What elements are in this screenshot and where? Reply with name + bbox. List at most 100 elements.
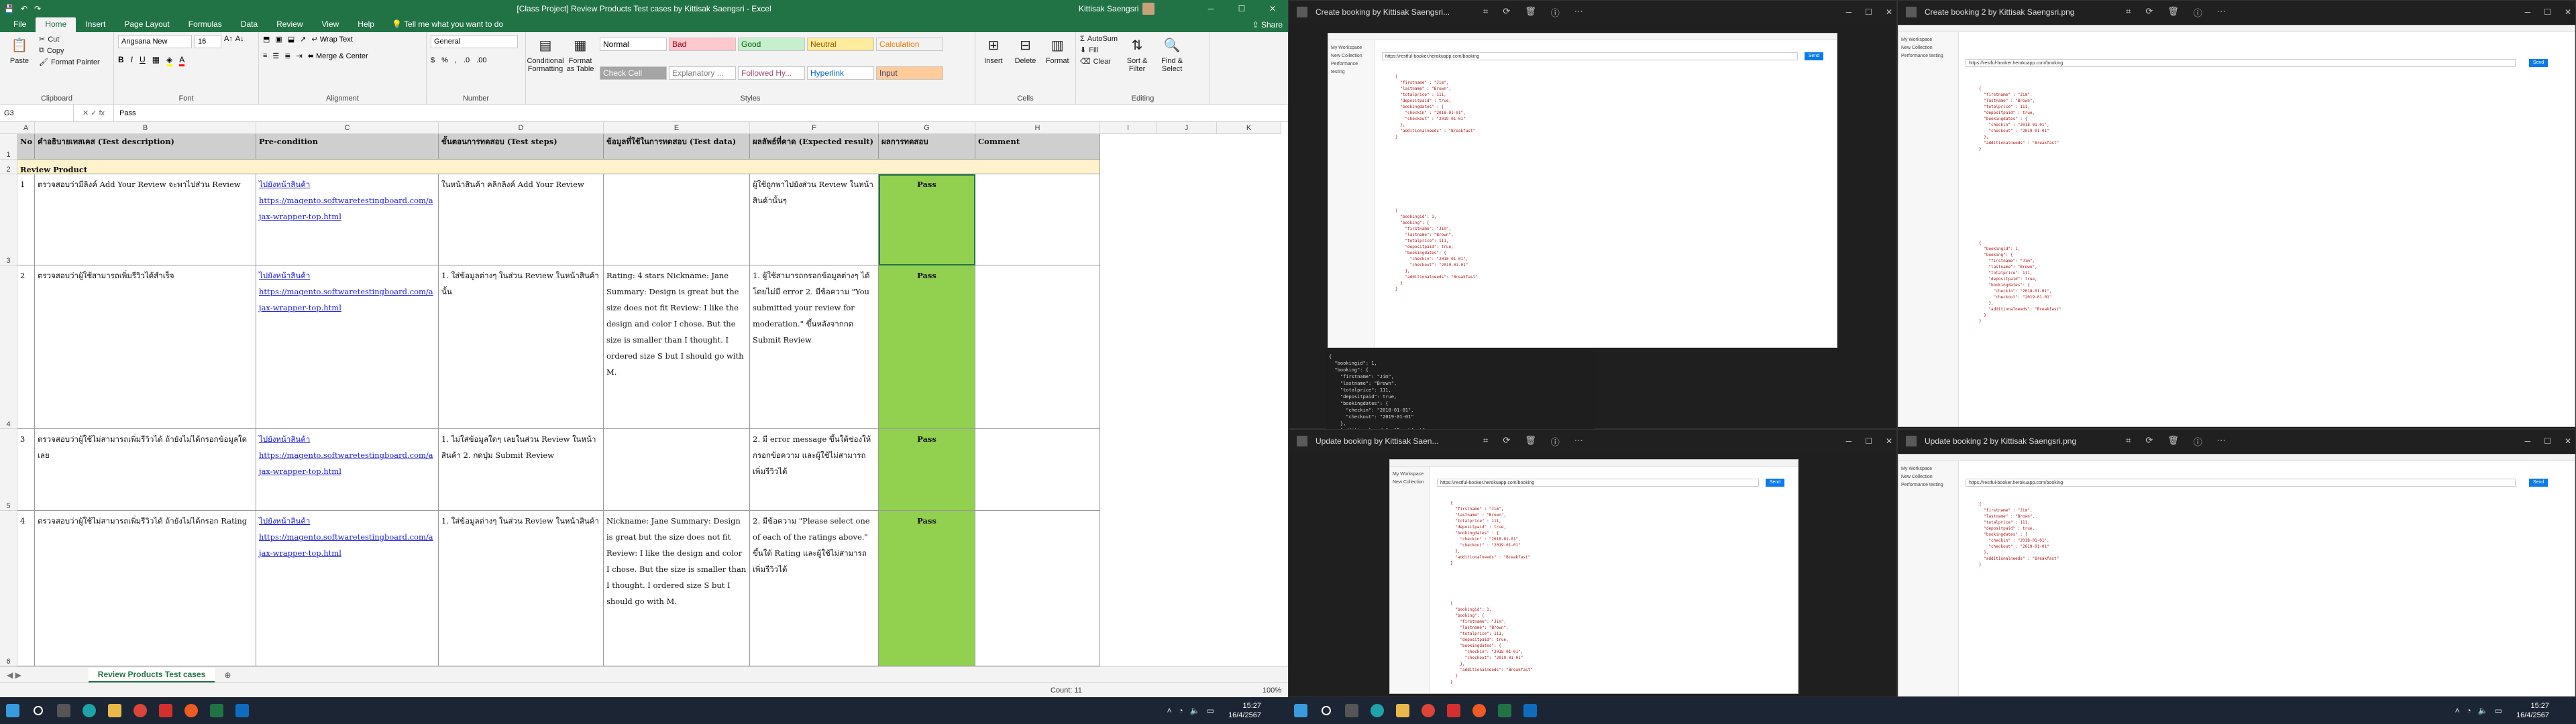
minimize-button[interactable]: ─ <box>1195 4 1226 13</box>
spreadsheet-grid[interactable]: ABCDEFGHIJK 1 2 3 4 5 6 No คำอธิบายเทสเคส (Test… <box>0 122 1281 666</box>
battery-icon[interactable]: ▭ <box>2495 706 2502 715</box>
format-as-table-button[interactable]: ▦ Format as Table <box>565 35 596 93</box>
grow-font-icon[interactable]: A↑ <box>224 35 233 48</box>
task-view-icon[interactable] <box>1339 701 1364 721</box>
test-result-cell[interactable]: Pass <box>879 265 975 429</box>
comment-cell[interactable] <box>975 265 1100 429</box>
info-icon[interactable]: ⓘ <box>1551 6 1560 19</box>
test-data-cell[interactable] <box>604 174 750 265</box>
align-center-icon[interactable]: ☰ <box>272 52 279 60</box>
font-family-combo[interactable]: Angsana New <box>118 35 192 48</box>
precondition-url[interactable]: https://magento.softwaretestingboard.com… <box>259 529 435 561</box>
trash-icon[interactable]: 🗑 <box>2167 435 2179 448</box>
cell-style-2[interactable]: Good <box>738 38 805 51</box>
rotate-icon[interactable]: ⟳ <box>2145 435 2153 448</box>
test-no-cell[interactable]: 1 <box>17 174 35 265</box>
cell-style-8[interactable]: Hyperlink <box>807 66 874 80</box>
search-icon[interactable] <box>1313 701 1339 721</box>
minimize-button[interactable]: ─ <box>2525 436 2531 446</box>
format-button[interactable]: ▥ Format <box>1043 35 1071 93</box>
sort-filter-button[interactable]: ⇅ Sort & Filter <box>1122 35 1152 93</box>
test-description-cell[interactable]: ตรวจสอบว่าผู้ใช้สามารถเพิ่มรีวิวได้สำเร็… <box>35 265 256 429</box>
system-tray[interactable]: ˄ ◔ 🔈 ▭ <box>2455 706 2502 715</box>
orientation-icon[interactable]: ↗ <box>300 35 306 44</box>
precondition-link-label[interactable]: ไปยังหน้าสินค้า <box>259 513 435 529</box>
precondition-cell[interactable]: ไปยังหน้าสินค้า https://magento.softwaret… <box>256 511 439 666</box>
name-box[interactable]: G3 <box>0 105 74 121</box>
file-explorer-icon[interactable] <box>1390 701 1415 721</box>
increase-decimal-icon[interactable]: .0 <box>464 56 470 64</box>
insert-button[interactable]: ⊞ Insert <box>979 35 1008 93</box>
align-middle-icon[interactable]: ▣ <box>275 35 282 44</box>
table-header-cell[interactable]: คำอธิบายเทสเคส (Test description) <box>35 134 256 160</box>
rotate-icon[interactable]: ⟳ <box>1503 435 1510 448</box>
wrap-text-button[interactable]: ↵ Wrap Text <box>311 35 352 44</box>
align-bottom-icon[interactable]: ⬓ <box>288 35 294 44</box>
speaker-icon[interactable]: 🔈 <box>2478 706 2488 715</box>
share-button[interactable]: ⇪ Share <box>1252 20 1283 29</box>
table-header-cell[interactable]: ผลลัพธ์ที่คาด (Expected result) <box>750 134 879 160</box>
windows-start-icon[interactable] <box>0 701 25 721</box>
edge-icon[interactable] <box>1364 701 1390 721</box>
save-icon[interactable]: 💾 <box>4 4 14 13</box>
test-result-cell[interactable]: Pass <box>879 511 975 666</box>
tab-insert[interactable]: Insert <box>76 17 115 32</box>
cell-style-0[interactable]: Normal <box>600 38 667 51</box>
trash-icon[interactable]: 🗑 <box>1525 435 1536 448</box>
column-header-F[interactable]: F <box>750 122 879 134</box>
clock[interactable]: 15:27 16/4/2567 <box>2516 701 2549 720</box>
bold-icon[interactable]: B <box>118 55 124 66</box>
test-result-cell[interactable]: Pass <box>879 174 975 265</box>
expected-result-cell[interactable]: 2. มีข้อความ "Please select one of each … <box>750 511 879 666</box>
precondition-url[interactable]: https://magento.softwaretestingboard.com… <box>259 192 435 225</box>
indent-icon[interactable]: ⇥ <box>297 52 303 60</box>
fill-color-icon[interactable]: ◈ <box>166 55 173 66</box>
clear-button[interactable]: ⌫ Clear <box>1080 57 1118 66</box>
column-header-H[interactable]: H <box>975 122 1100 134</box>
edge-icon[interactable] <box>76 701 102 721</box>
search-icon[interactable] <box>25 701 51 721</box>
tab-view[interactable]: View <box>313 17 349 32</box>
delete-button[interactable]: ⊟ Delete <box>1012 35 1040 93</box>
maximize-button[interactable]: ☐ <box>1865 7 1872 17</box>
format-painter-button[interactable]: 🖌 Format Painter <box>39 58 100 67</box>
table-header-cell[interactable]: Comment <box>975 134 1100 160</box>
align-right-icon[interactable]: ≣ <box>284 52 290 60</box>
snip-window-4[interactable]: Update booking 2 by Kittisak Saengsri.pn… <box>1897 429 2576 697</box>
crop-icon[interactable]: ⌗ <box>2126 435 2131 448</box>
cell-style-5[interactable]: Check Cell <box>600 66 667 80</box>
table-header-cell[interactable]: ผลการทดสอบ <box>879 134 975 160</box>
comma-icon[interactable]: , <box>455 56 457 64</box>
file-explorer-icon[interactable] <box>102 701 127 721</box>
test-description-cell[interactable]: ตรวจสอบว่าผู้ใช้ไม่สามารถเพิ่มรีวิวได้ ถ… <box>35 429 256 511</box>
test-no-cell[interactable]: 4 <box>17 511 35 666</box>
crop-icon[interactable]: ⌗ <box>2126 6 2131 19</box>
maximize-button[interactable]: ☐ <box>2544 436 2551 446</box>
crop-icon[interactable]: ⌗ <box>1483 6 1488 19</box>
rotate-icon[interactable]: ⟳ <box>1503 6 1510 19</box>
precondition-link-label[interactable]: ไปยังหน้าสินค้า <box>259 176 435 192</box>
info-icon[interactable]: ⓘ <box>1551 435 1560 448</box>
expected-result-cell[interactable]: 1. ผู้ใช้สามารถกรอกข้อมูลต่างๆ ได้โดยไม่… <box>750 265 879 429</box>
precondition-url[interactable]: https://magento.softwaretestingboard.com… <box>259 447 435 479</box>
test-steps-cell[interactable]: ในหน้าสินค้า คลิกลิงค์ Add Your Review <box>439 174 604 265</box>
sheet-nav-icon[interactable]: ◀ ▶ <box>7 670 21 680</box>
cut-button[interactable]: ✂ Cut <box>39 35 100 44</box>
autosum-button[interactable]: Σ AutoSum <box>1080 35 1118 43</box>
underline-icon[interactable]: U <box>140 55 146 66</box>
snip-window-3[interactable]: Update booking by Kittisak Saen... ⌗ ⟳ 🗑 ⓘ ⋯… <box>1288 429 1897 697</box>
comment-cell[interactable] <box>975 174 1100 265</box>
redo-icon[interactable]: ↷ <box>34 4 41 13</box>
trash-icon[interactable]: 🗑 <box>1525 6 1536 19</box>
row-header[interactable]: 3 <box>0 174 17 265</box>
test-data-cell[interactable] <box>604 429 750 511</box>
cell-style-6[interactable]: Explanatory ... <box>669 66 736 80</box>
tab-review[interactable]: Review <box>267 17 312 32</box>
precondition-url[interactable]: https://magento.softwaretestingboard.com… <box>259 284 435 316</box>
precondition-link-label[interactable]: ไปยังหน้าสินค้า <box>259 431 435 447</box>
tell-me-box[interactable]: 💡 Tell me what you want to do <box>384 17 511 32</box>
test-no-cell[interactable]: 3 <box>17 429 35 511</box>
tab-formulas[interactable]: Formulas <box>179 17 231 32</box>
find-select-button[interactable]: 🔍 Find & Select <box>1157 35 1187 93</box>
column-header-D[interactable]: D <box>439 122 604 134</box>
